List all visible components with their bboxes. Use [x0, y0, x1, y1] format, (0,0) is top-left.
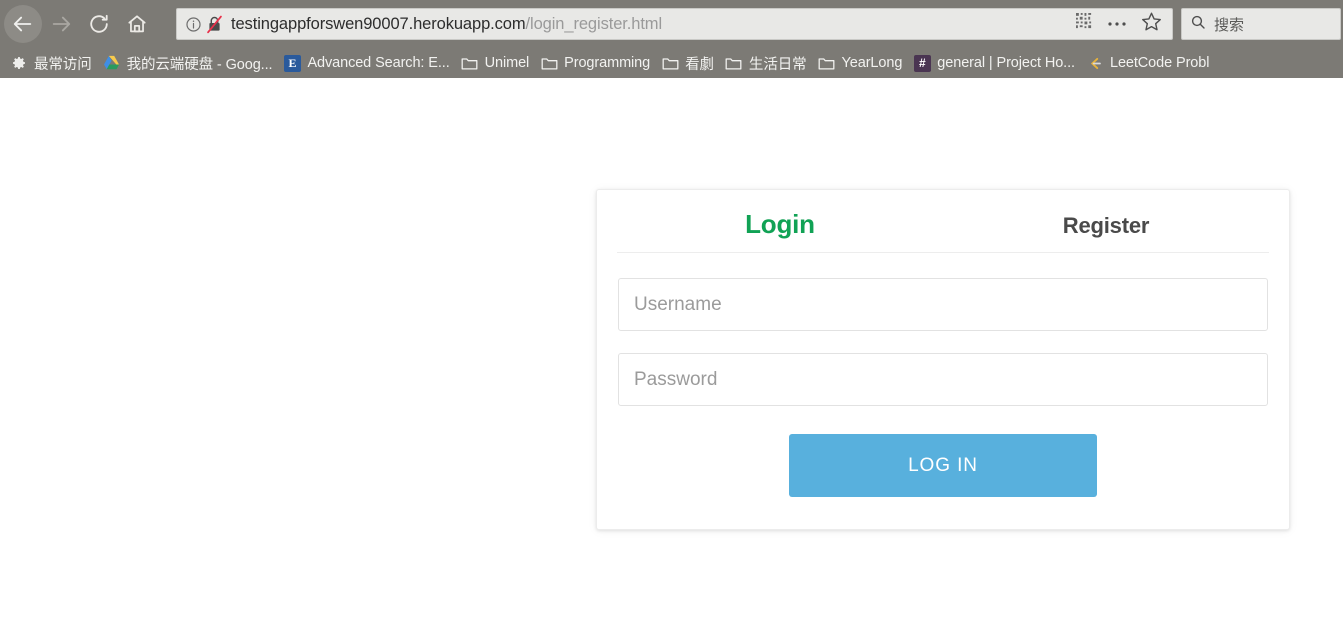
tab-register[interactable]: Register [943, 197, 1269, 239]
folder-icon [461, 54, 479, 72]
forward-button[interactable] [42, 5, 80, 43]
bookmark-label: 生活日常 [748, 56, 807, 73]
bookmark-label: Advanced Search: E... [307, 55, 450, 71]
bookmark-label: 我的云端硬盘 - Goog... [126, 56, 273, 73]
password-input[interactable] [618, 353, 1268, 406]
login-form: LOG IN [597, 253, 1289, 529]
bookmark-label: Unimel [484, 55, 530, 71]
bookmark-label: LeetCode Probl [1109, 55, 1210, 71]
url-bar[interactable]: testingappforswen90007.herokuapp.com/log… [176, 8, 1173, 40]
star-outline-icon[interactable] [1141, 11, 1162, 37]
slack-hash-letter: # [913, 54, 931, 72]
bookmark-item-daily-life[interactable]: 生活日常 [721, 50, 814, 76]
reload-icon [88, 13, 110, 35]
google-drive-icon [103, 54, 121, 72]
tab-login[interactable]: Login [617, 190, 943, 240]
auth-tabs: Login Register [597, 190, 1289, 252]
ebsco-e-icon: E [283, 54, 301, 72]
leetcode-icon [1086, 54, 1104, 72]
bookmark-item-drama[interactable]: 看劇 [657, 50, 721, 76]
forward-arrow-icon [50, 13, 72, 35]
home-button[interactable] [118, 5, 156, 43]
bookmark-item-google-drive[interactable]: 我的云端硬盘 - Goog... [99, 50, 280, 76]
search-placeholder: 搜索 [1214, 16, 1245, 34]
bookmark-label: Programming [564, 55, 651, 71]
folder-icon [725, 54, 743, 72]
info-circle-icon[interactable] [185, 16, 202, 33]
bookmark-item-leetcode[interactable]: LeetCode Probl [1082, 50, 1216, 76]
submit-row: LOG IN [618, 434, 1268, 497]
bookmark-item-unimel[interactable]: Unimel [457, 50, 537, 76]
bookmark-label: YearLong [841, 55, 903, 71]
folder-icon [818, 54, 836, 72]
ebsco-e-letter: E [283, 54, 301, 72]
bookmark-item-programming[interactable]: Programming [536, 50, 657, 76]
bookmark-item-most-visited[interactable]: 最常访问 [6, 50, 99, 76]
username-input[interactable] [618, 278, 1268, 331]
bookmark-label: 看劇 [685, 56, 714, 73]
reload-button[interactable] [80, 5, 118, 43]
home-icon [126, 13, 148, 35]
bookmark-item-yearlong[interactable]: YearLong [814, 50, 910, 76]
bookmark-item-advanced-search[interactable]: E Advanced Search: E... [279, 50, 456, 76]
back-button[interactable] [4, 5, 42, 43]
search-box[interactable]: 搜索 [1181, 8, 1341, 40]
search-magnifier-icon [1190, 14, 1206, 35]
back-arrow-icon [12, 13, 34, 35]
folder-icon [661, 54, 679, 72]
login-register-card: Login Register LOG IN [596, 189, 1290, 530]
crossed-out-lock-icon[interactable] [206, 15, 223, 34]
url-host: testingappforswen90007.herokuapp.com [231, 14, 526, 33]
folder-icon [540, 54, 558, 72]
gear-icon [10, 54, 28, 72]
browser-chrome: testingappforswen90007.herokuapp.com/log… [0, 0, 1343, 78]
url-text: testingappforswen90007.herokuapp.com/log… [227, 15, 1066, 34]
page-actions-ellipsis-icon[interactable] [1107, 15, 1127, 33]
qr-code-icon[interactable] [1076, 13, 1093, 35]
slack-channel-icon: # [913, 54, 931, 72]
bookmark-label: 最常访问 [34, 56, 92, 73]
page-content: Login Register LOG IN [0, 78, 1343, 633]
navigation-toolbar: testingappforswen90007.herokuapp.com/log… [0, 0, 1343, 48]
urlbar-action-icons [1066, 11, 1166, 37]
log-in-button[interactable]: LOG IN [789, 434, 1097, 497]
bookmark-label: general | Project Ho... [937, 55, 1075, 71]
bookmark-item-slack-general[interactable]: # general | Project Ho... [909, 50, 1082, 76]
urlbar-container: testingappforswen90007.herokuapp.com/log… [176, 8, 1173, 40]
url-path: /login_register.html [525, 14, 663, 33]
bookmarks-bar: 最常访问 我的云端硬盘 - Goog... E Advanced Search:… [0, 48, 1343, 78]
